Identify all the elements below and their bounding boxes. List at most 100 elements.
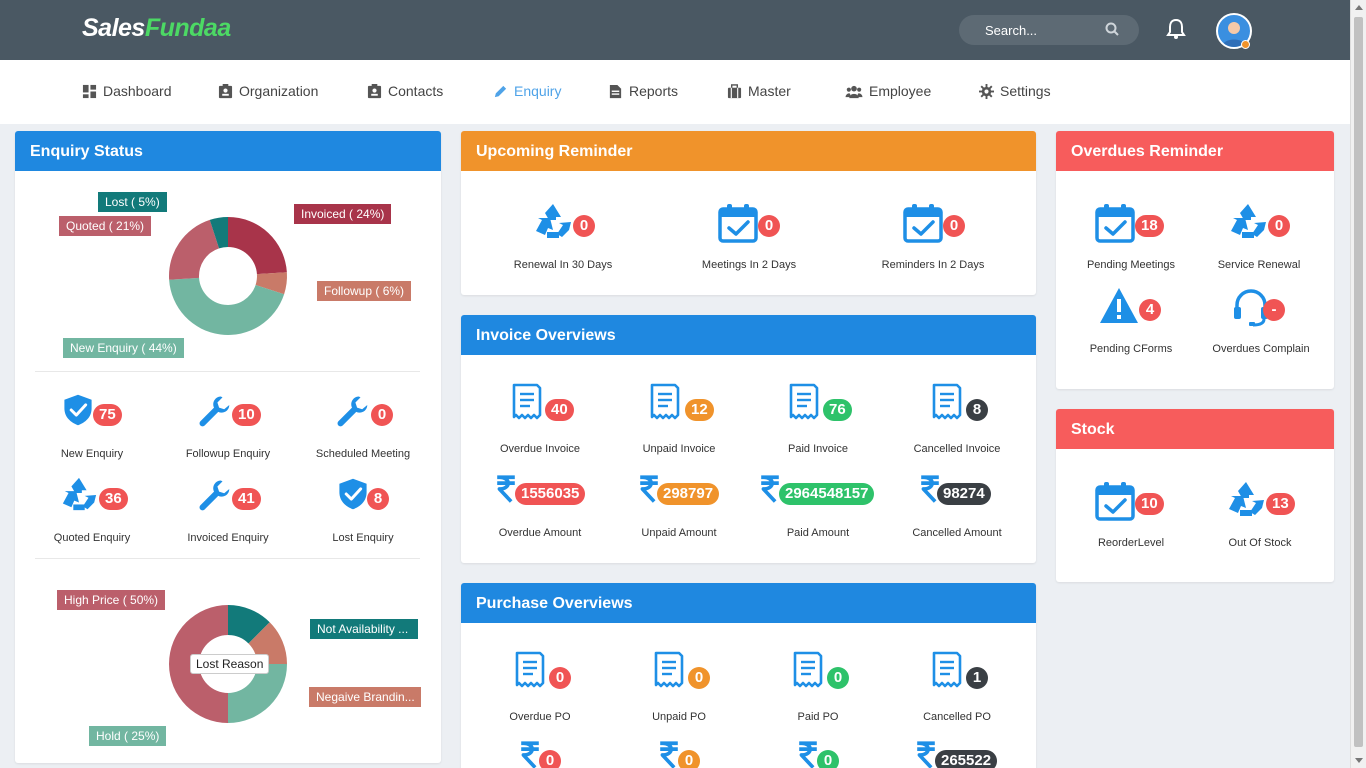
- recycle-icon: [1228, 201, 1268, 241]
- nav-contacts[interactable]: Contacts: [367, 83, 443, 99]
- scroll-up-arrow[interactable]: [1355, 5, 1363, 10]
- nav-settings[interactable]: Settings: [979, 83, 1051, 99]
- overdue-badge: 4: [1139, 299, 1161, 321]
- scroll-down-arrow[interactable]: [1355, 758, 1363, 763]
- reminder-badge: 0: [573, 215, 595, 237]
- stat-label: Lost Enquiry: [332, 532, 394, 544]
- status-dot: [1241, 40, 1250, 49]
- stat-badge: 41: [232, 488, 261, 510]
- overdues-reminder-panel: Overdues Reminder 18 Pending Meetings 0 …: [1056, 131, 1334, 389]
- search-placeholder: Search...: [985, 23, 1038, 38]
- rupee-icon: [495, 473, 517, 505]
- receipt-icon: [653, 651, 685, 691]
- invoice-overviews-title: Invoice Overviews: [461, 315, 1036, 355]
- receipt-icon: [649, 383, 681, 423]
- overdue-badge: 18: [1135, 215, 1164, 237]
- donut-slice-quoted[interactable]: [169, 219, 220, 280]
- stock-badge: 10: [1135, 493, 1164, 515]
- wrench-icon: [197, 393, 231, 429]
- scroll-thumb[interactable]: [1354, 17, 1363, 747]
- po-label: Unpaid PO: [652, 711, 706, 723]
- stock-label: Out Of Stock: [1228, 537, 1292, 549]
- donut-label-quoted: Quoted ( 21%): [59, 216, 152, 236]
- nav-dashboard[interactable]: Dashboard: [82, 83, 172, 99]
- wrench-icon: [335, 393, 369, 429]
- divider: [35, 558, 420, 559]
- top-bar: SalesFundaa Search...: [0, 0, 1350, 60]
- invoice-badge: 12: [685, 399, 714, 421]
- overdues-reminder-title: Overdues Reminder: [1056, 131, 1334, 171]
- invoice-label: Cancelled Invoice: [913, 443, 1001, 455]
- purchase-overviews-panel: Purchase Overviews 0 Overdue PO 0 Unpaid…: [461, 583, 1036, 768]
- stock-label: ReorderLevel: [1097, 537, 1165, 549]
- overdue-label: Pending CForms: [1089, 343, 1173, 355]
- amount-label: Paid Amount: [786, 527, 850, 539]
- nav-employee[interactable]: Employee: [845, 83, 931, 99]
- invoice-overviews-panel: Invoice Overviews 40 Overdue Invoice 12 …: [461, 315, 1036, 563]
- overdue-label: Pending Meetings: [1086, 259, 1176, 271]
- po-badge: 1: [966, 667, 988, 689]
- donut-label-invoiced: Invoiced ( 24%): [294, 204, 392, 224]
- po-amount-badge: 0: [678, 750, 700, 768]
- stat-badge: 0: [371, 404, 393, 426]
- search-input[interactable]: Search...: [959, 15, 1139, 45]
- calendar-check-icon: [903, 203, 943, 243]
- enquiry-status-donut: [169, 217, 287, 335]
- po-amount-badge: 0: [817, 750, 839, 768]
- divider: [35, 371, 420, 372]
- donut-label-new-enquiry: New Enquiry ( 44%): [63, 338, 184, 358]
- bell-icon[interactable]: [1166, 18, 1186, 40]
- recycle-icon: [1226, 479, 1266, 519]
- nav-organization-label: Organization: [239, 83, 319, 99]
- lost-reason-center-label: Lost Reason: [190, 654, 270, 674]
- stat-badge: 10: [232, 404, 261, 426]
- search-icon[interactable]: [1105, 22, 1119, 36]
- amount-badge: 2964548157: [779, 483, 875, 505]
- lost-label-high-price: High Price ( 50%): [57, 590, 166, 610]
- invoice-label: Paid Invoice: [788, 443, 848, 455]
- po-badge: 0: [688, 667, 710, 689]
- receipt-icon: [931, 383, 963, 423]
- stat-badge: 36: [99, 488, 128, 510]
- rupee-icon: [797, 739, 819, 768]
- nav-organization[interactable]: Organization: [218, 83, 318, 99]
- nav-employee-label: Employee: [869, 83, 932, 99]
- stat-label: New Enquiry: [60, 448, 124, 460]
- overdue-label: Overdues Complain: [1212, 343, 1310, 355]
- logo-text-fundaa: Fundaa: [144, 14, 231, 42]
- receipt-icon: [931, 651, 963, 691]
- app-logo[interactable]: SalesFundaa: [82, 14, 231, 43]
- gear-icon: [979, 83, 994, 99]
- donut-slice-invoiced[interactable]: [228, 217, 287, 275]
- enquiry-status-panel: Enquiry Status Lost ( 5%) Quoted ( 21%) …: [15, 131, 441, 763]
- receipt-icon: [792, 651, 824, 691]
- overdue-badge: 0: [1268, 215, 1290, 237]
- nav-reports[interactable]: Reports: [608, 83, 678, 99]
- donut-label-followup: Followup ( 6%): [317, 281, 412, 301]
- rupee-icon: [915, 739, 937, 768]
- shield-check-icon: [61, 392, 95, 428]
- recycle-icon: [533, 201, 573, 241]
- recycle-icon: [60, 475, 98, 513]
- lost-label-not-availability: Not Availability ...: [310, 619, 418, 639]
- employee-icon: [845, 85, 863, 98]
- stat-label: Scheduled Meeting: [315, 448, 411, 460]
- nav-enquiry[interactable]: Enquiry: [493, 83, 561, 99]
- logo-text-sales: Sales: [82, 14, 145, 42]
- nav-master[interactable]: Master: [727, 83, 791, 99]
- stat-badge: 75: [93, 404, 122, 426]
- page-scrollbar[interactable]: [1350, 0, 1366, 768]
- reminder-label: Reminders In 2 Days: [881, 259, 985, 271]
- invoice-badge: 40: [545, 399, 574, 421]
- calendar-check-icon: [718, 203, 758, 243]
- nav-dashboard-label: Dashboard: [103, 83, 172, 99]
- reminder-label: Renewal In 30 Days: [513, 259, 613, 271]
- nav-master-label: Master: [748, 83, 791, 99]
- rupee-icon: [638, 473, 660, 505]
- invoice-badge: 8: [966, 399, 988, 421]
- rupee-icon: [519, 739, 541, 768]
- reminder-badge: 0: [758, 215, 780, 237]
- nav-enquiry-label: Enquiry: [514, 83, 562, 99]
- stat-label: Quoted Enquiry: [53, 532, 131, 544]
- po-amount-badge: 0: [539, 750, 561, 768]
